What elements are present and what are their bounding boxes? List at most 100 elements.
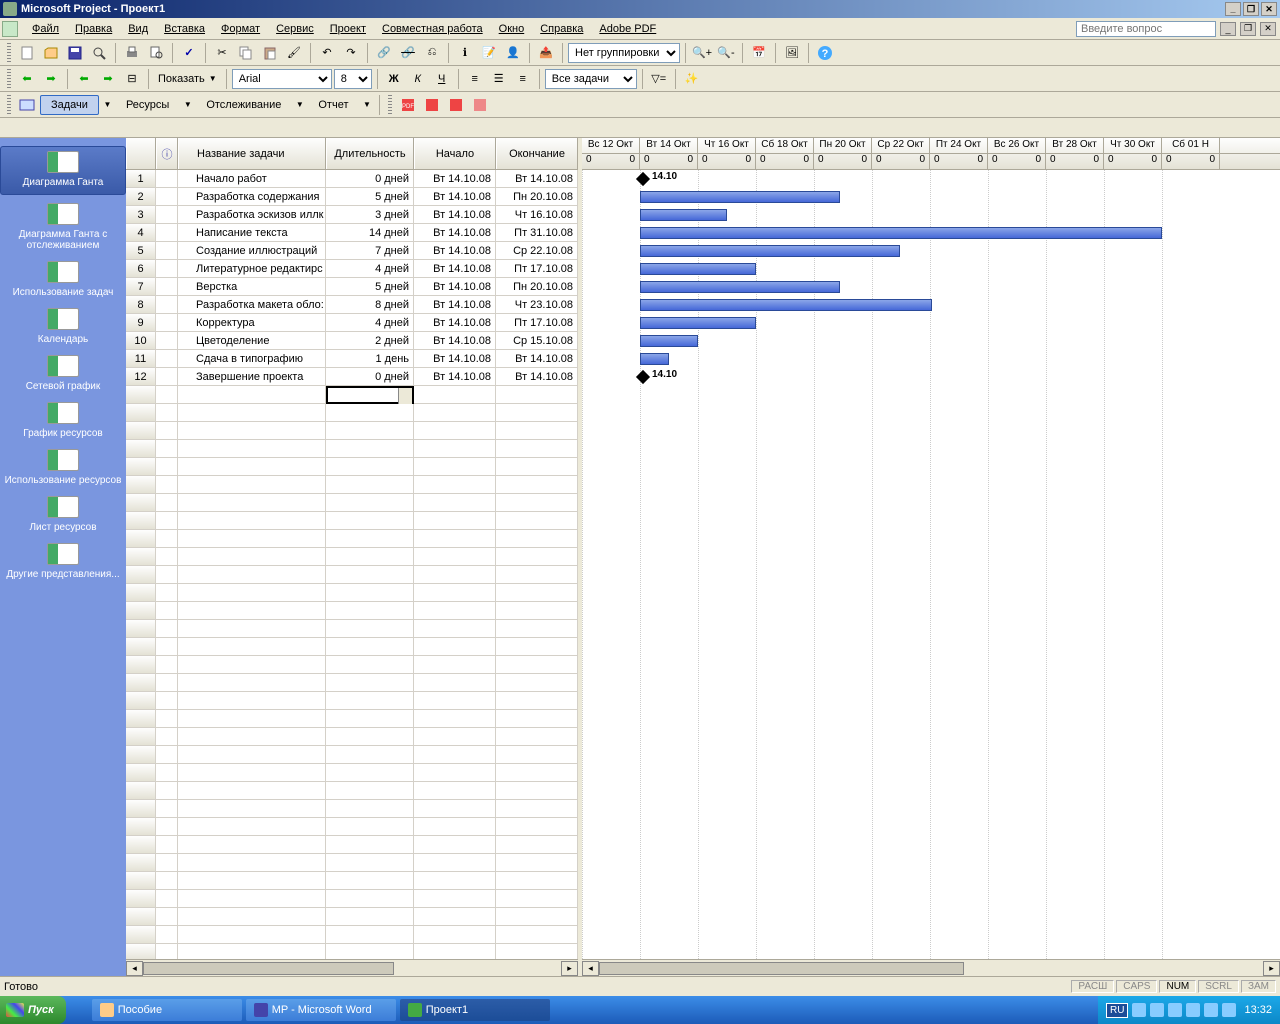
table-row[interactable] xyxy=(126,530,578,548)
gantt-row[interactable] xyxy=(582,260,1280,278)
gantt-row[interactable] xyxy=(582,476,1280,494)
start-cell[interactable]: Вт 14.10.08 xyxy=(414,314,496,331)
duration-cell[interactable]: 8 дней xyxy=(326,296,414,313)
milestone-marker[interactable] xyxy=(636,172,650,186)
tray-icon[interactable] xyxy=(1186,1003,1200,1017)
taskbar-item[interactable]: MP - Microsoft Word xyxy=(246,999,396,1021)
column-start[interactable]: Начало xyxy=(414,138,496,169)
row-number[interactable] xyxy=(126,584,156,601)
start-cell[interactable]: Вт 14.10.08 xyxy=(414,296,496,313)
split-button[interactable]: ⎌ xyxy=(421,42,443,64)
scroll-left-button[interactable]: ◂ xyxy=(582,961,599,976)
wizard-button[interactable]: ✨ xyxy=(681,68,703,90)
row-number[interactable]: 11 xyxy=(126,350,156,367)
viewbar-resource-sheet[interactable]: Лист ресурсов xyxy=(0,492,126,539)
gantt-bar[interactable] xyxy=(640,317,756,329)
open-button[interactable] xyxy=(40,42,62,64)
column-end[interactable]: Окончание xyxy=(496,138,578,169)
end-cell[interactable]: Вт 14.10.08 xyxy=(496,368,578,385)
table-row[interactable]: 10Цветоделение2 днейВт 14.10.08Ср 15.10.… xyxy=(126,332,578,350)
menu-file[interactable]: Файл xyxy=(24,21,67,37)
table-row[interactable] xyxy=(126,908,578,926)
assign-button[interactable]: 👤 xyxy=(502,42,524,64)
table-row[interactable]: 7Верстка5 днейВт 14.10.08Пн 20.10.08 xyxy=(126,278,578,296)
indent-button[interactable]: ➡ xyxy=(97,68,119,90)
clock[interactable]: 13:32 xyxy=(1240,1004,1272,1016)
gantt-row[interactable] xyxy=(582,386,1280,404)
table-row[interactable] xyxy=(126,620,578,638)
info-cell[interactable] xyxy=(156,296,178,313)
task-name-cell[interactable]: Разработка содержания xyxy=(178,188,326,205)
gantt-row[interactable] xyxy=(582,188,1280,206)
viewbar-other[interactable]: Другие представления... xyxy=(0,539,126,586)
row-number[interactable] xyxy=(126,710,156,727)
zoom-out-button[interactable]: 🔍- xyxy=(715,42,737,64)
info-cell[interactable] xyxy=(156,188,178,205)
formula-bar[interactable] xyxy=(0,118,1280,138)
tab-tasks[interactable]: Задачи xyxy=(40,95,99,115)
row-number[interactable] xyxy=(126,440,156,457)
gantt-row[interactable] xyxy=(582,872,1280,890)
table-row[interactable]: 12Завершение проекта0 днейВт 14.10.08Вт … xyxy=(126,368,578,386)
row-number[interactable] xyxy=(126,530,156,547)
row-number[interactable] xyxy=(126,566,156,583)
redo-button[interactable]: ↷ xyxy=(340,42,362,64)
table-row[interactable]: 1Начало работ0 днейВт 14.10.08Вт 14.10.0… xyxy=(126,170,578,188)
row-number[interactable] xyxy=(126,836,156,853)
duration-cell[interactable]: 0 дней xyxy=(326,368,414,385)
menu-edit[interactable]: Правка xyxy=(67,21,120,37)
table-row[interactable]: 11Сдача в типографию1 деньВт 14.10.08Вт … xyxy=(126,350,578,368)
gantt-bar[interactable] xyxy=(640,263,756,275)
toolbar-grip[interactable] xyxy=(7,95,11,115)
toolbar-grip[interactable] xyxy=(7,69,11,89)
gantt-bar[interactable] xyxy=(640,281,840,293)
gantt-row[interactable] xyxy=(582,494,1280,512)
duration-cell[interactable]: 0 дней xyxy=(326,170,414,187)
row-number[interactable] xyxy=(126,854,156,871)
underline-button[interactable]: Ч xyxy=(431,68,453,90)
task-name-cell[interactable]: Корректура xyxy=(178,314,326,331)
gantt-row[interactable] xyxy=(582,746,1280,764)
table-row[interactable] xyxy=(126,890,578,908)
minimize-button[interactable]: _ xyxy=(1225,2,1241,16)
row-number[interactable] xyxy=(126,602,156,619)
help-button[interactable]: ? xyxy=(814,42,836,64)
end-cell[interactable]: Чт 16.10.08 xyxy=(496,206,578,223)
start-cell[interactable]: Вт 14.10.08 xyxy=(414,242,496,259)
table-row[interactable] xyxy=(126,548,578,566)
unlink-button[interactable]: 🔗 xyxy=(397,42,419,64)
task-name-cell[interactable]: Начало работ xyxy=(178,170,326,187)
gantt-row[interactable] xyxy=(582,656,1280,674)
menu-collab[interactable]: Совместная работа xyxy=(374,21,491,37)
info-cell[interactable] xyxy=(156,260,178,277)
duration-cell[interactable]: 7 дней xyxy=(326,242,414,259)
group-combo[interactable]: Нет группировки xyxy=(568,43,680,63)
gantt-row[interactable] xyxy=(582,530,1280,548)
column-info[interactable]: ⓘ xyxy=(156,138,178,169)
row-number[interactable] xyxy=(126,422,156,439)
task-name-cell[interactable]: Создание иллюстраций xyxy=(178,242,326,259)
mdi-close-button[interactable]: ✕ xyxy=(1260,22,1276,36)
font-size-combo[interactable]: 8 xyxy=(334,69,372,89)
scroll-left-button[interactable]: ◂ xyxy=(126,961,143,976)
duration-cell[interactable]: 4 дней xyxy=(326,314,414,331)
zoom-in-button[interactable]: 🔍+ xyxy=(691,42,713,64)
mdi-restore-button[interactable]: ❐ xyxy=(1240,22,1256,36)
menu-adobe-pdf[interactable]: Adobe PDF xyxy=(591,21,664,37)
copy-button[interactable] xyxy=(235,42,257,64)
row-number[interactable]: 9 xyxy=(126,314,156,331)
row-number[interactable]: 12 xyxy=(126,368,156,385)
end-cell[interactable]: Ср 15.10.08 xyxy=(496,332,578,349)
format-painter-button[interactable]: 🖌 xyxy=(283,42,305,64)
gantt-row[interactable] xyxy=(582,800,1280,818)
tab-report[interactable]: Отчет xyxy=(308,96,358,114)
row-number[interactable]: 1 xyxy=(126,170,156,187)
menu-window[interactable]: Окно xyxy=(491,21,533,37)
gantt-row[interactable] xyxy=(582,728,1280,746)
italic-button[interactable]: К xyxy=(407,68,429,90)
gantt-row[interactable] xyxy=(582,908,1280,926)
gantt-row[interactable] xyxy=(582,422,1280,440)
table-row[interactable] xyxy=(126,764,578,782)
start-cell[interactable]: Вт 14.10.08 xyxy=(414,206,496,223)
cut-button[interactable]: ✂ xyxy=(211,42,233,64)
